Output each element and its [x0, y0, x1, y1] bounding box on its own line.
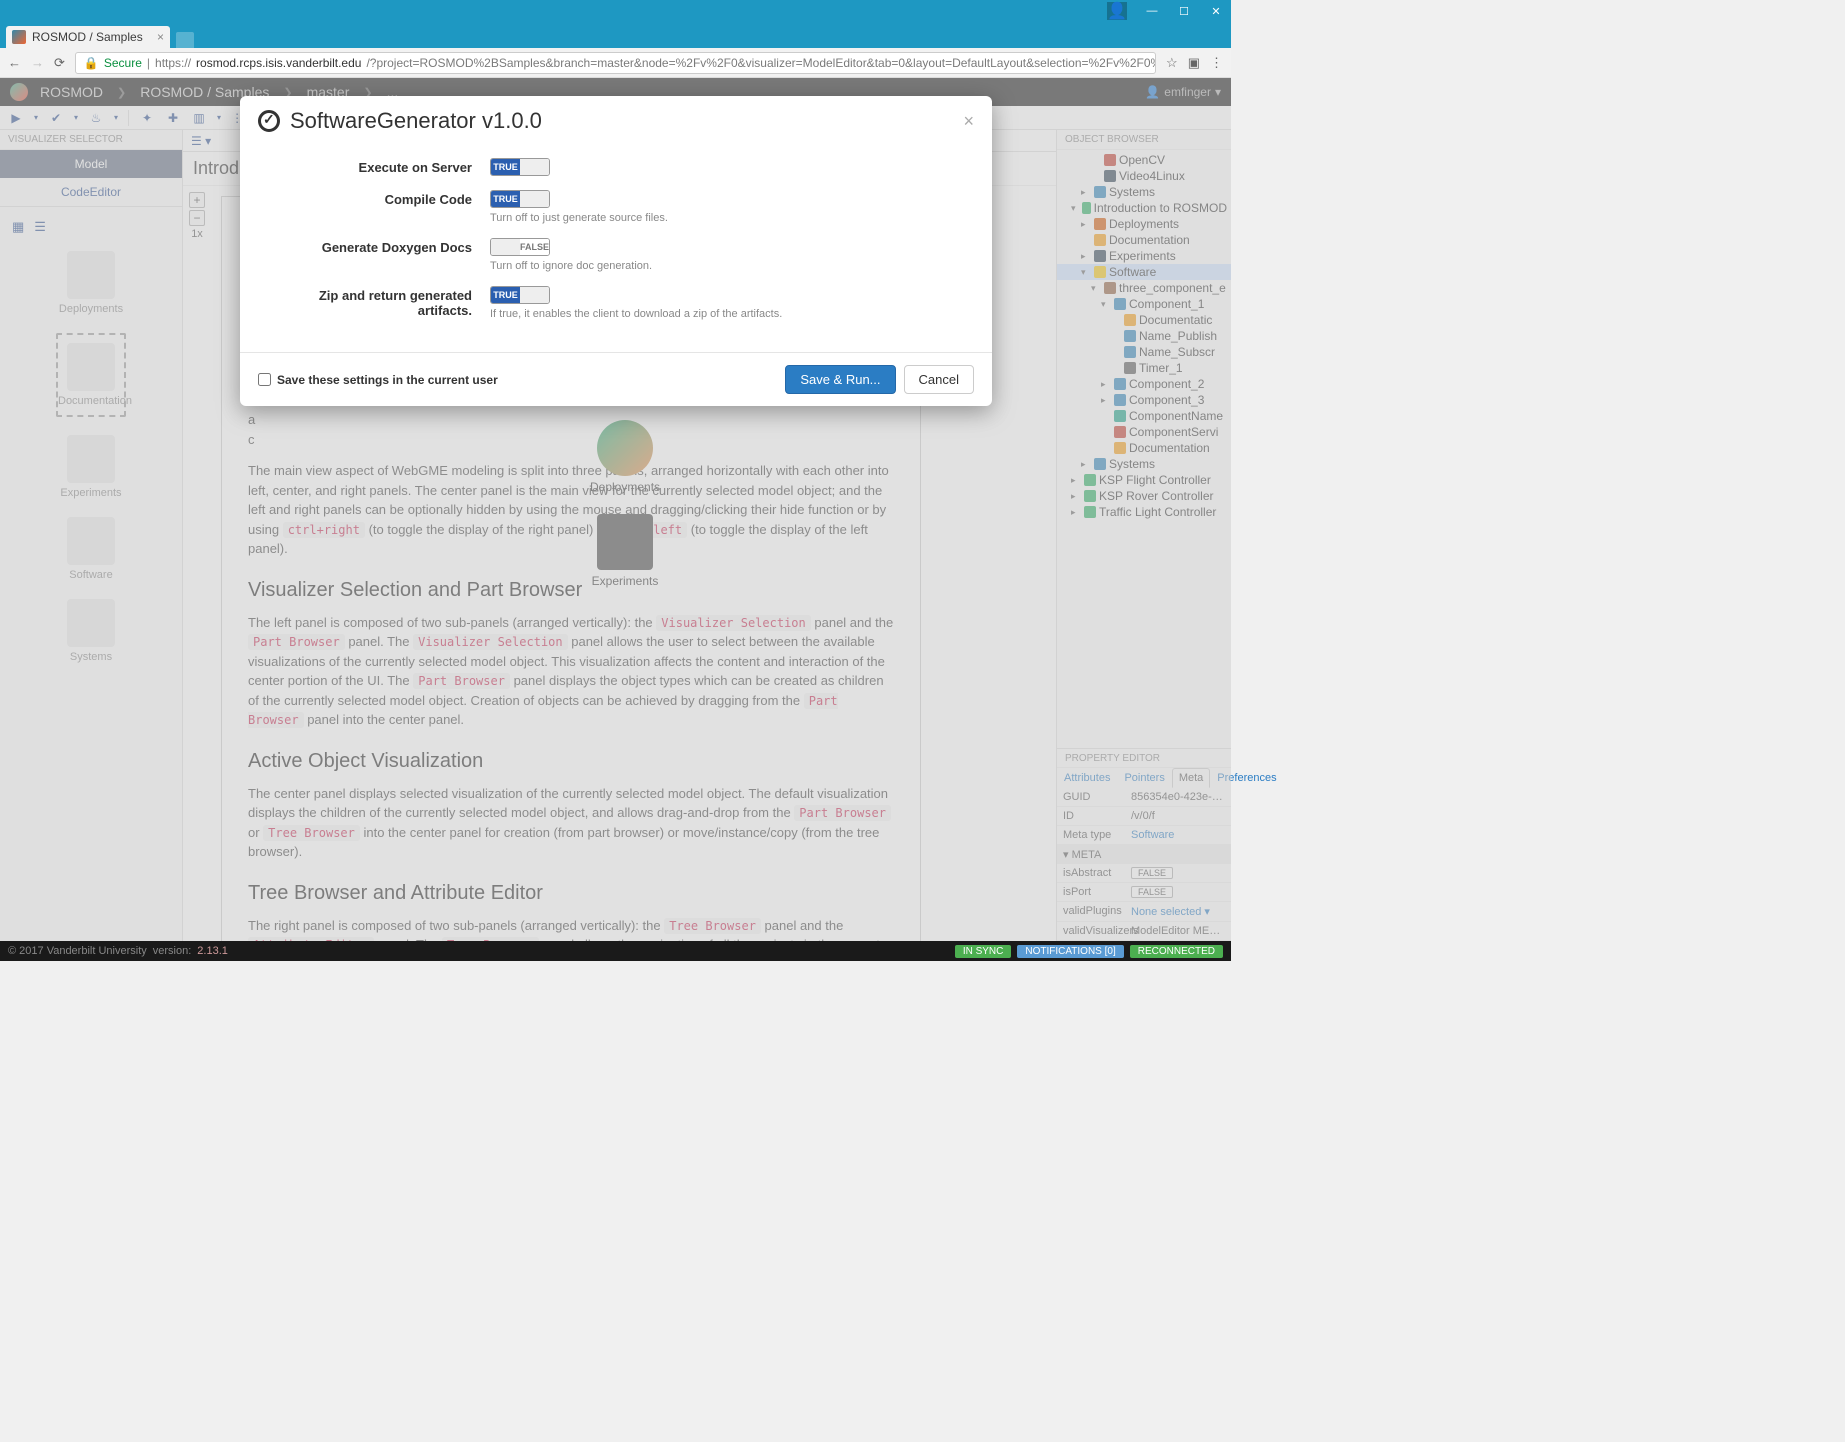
field-help: Turn off to just generate source files.	[490, 212, 964, 224]
sync-badge[interactable]: IN SYNC	[955, 945, 1012, 958]
tab-title: ROSMOD / Samples	[32, 30, 143, 44]
url-input[interactable]: 🔒 Secure | https://rosmod.rcps.isis.vand…	[75, 52, 1156, 74]
lock-icon: 🔒	[84, 56, 99, 70]
bookmark-icon[interactable]: ☆	[1166, 55, 1178, 71]
secure-label: Secure	[104, 56, 142, 70]
field-help: If true, it enables the client to downlo…	[490, 308, 964, 320]
status-bar: © 2017 Vanderbilt University version: 2.…	[0, 941, 1231, 961]
favicon	[12, 30, 26, 44]
browser-address-bar: ← → ⟳ 🔒 Secure | https://rosmod.rcps.isi…	[0, 48, 1231, 78]
field-label: Generate Doxygen Docs	[268, 238, 490, 255]
field-help: Turn off to ignore doc generation.	[490, 260, 964, 272]
extension-icon[interactable]: ▣	[1188, 55, 1200, 71]
forward-button[interactable]: →	[31, 55, 44, 70]
new-tab-button[interactable]	[176, 32, 194, 48]
close-window-button[interactable]: ✕	[1209, 4, 1223, 18]
save-and-run-button[interactable]: Save & Run...	[785, 365, 895, 394]
version-label: version:	[153, 945, 192, 957]
back-button[interactable]: ←	[8, 55, 21, 70]
toggle-switch[interactable]: FALSE	[490, 238, 550, 256]
tab-close-icon[interactable]: ×	[157, 30, 164, 44]
cancel-button[interactable]: Cancel	[904, 365, 974, 394]
browser-tab[interactable]: ROSMOD / Samples ×	[6, 26, 170, 48]
version: 2.13.1	[197, 945, 228, 957]
browser-menu-icon[interactable]: ⋮	[1210, 55, 1223, 71]
toggle-switch[interactable]: TRUE	[490, 158, 550, 176]
notifications-badge[interactable]: NOTIFICATIONS [0]	[1017, 945, 1123, 958]
field-label: Execute on Server	[268, 158, 490, 175]
maximize-button[interactable]: ☐	[1177, 4, 1191, 18]
field-label: Zip and return generated artifacts.	[268, 286, 490, 318]
copyright: © 2017 Vanderbilt University	[8, 945, 147, 957]
toggle-switch[interactable]: TRUE	[490, 190, 550, 208]
dialog-close-icon[interactable]: ×	[963, 111, 974, 132]
field-label: Compile Code	[268, 190, 490, 207]
software-generator-dialog: SoftwareGenerator v1.0.0 × Execute on Se…	[240, 96, 992, 406]
toggle-switch[interactable]: TRUE	[490, 286, 550, 304]
save-settings-checkbox[interactable]: Save these settings in the current user	[258, 373, 498, 387]
os-titlebar: 👤 — ☐ ✕	[0, 0, 1231, 22]
browser-tabbar: ROSMOD / Samples ×	[0, 22, 1231, 48]
reload-button[interactable]: ⟳	[54, 55, 65, 71]
check-circle-icon	[258, 110, 280, 132]
minimize-button[interactable]: —	[1145, 4, 1159, 18]
dialog-title: SoftwareGenerator v1.0.0	[290, 108, 542, 134]
save-settings-input[interactable]	[258, 373, 271, 386]
connection-badge[interactable]: RECONNECTED	[1130, 945, 1223, 958]
os-user-icon[interactable]: 👤	[1107, 2, 1127, 20]
